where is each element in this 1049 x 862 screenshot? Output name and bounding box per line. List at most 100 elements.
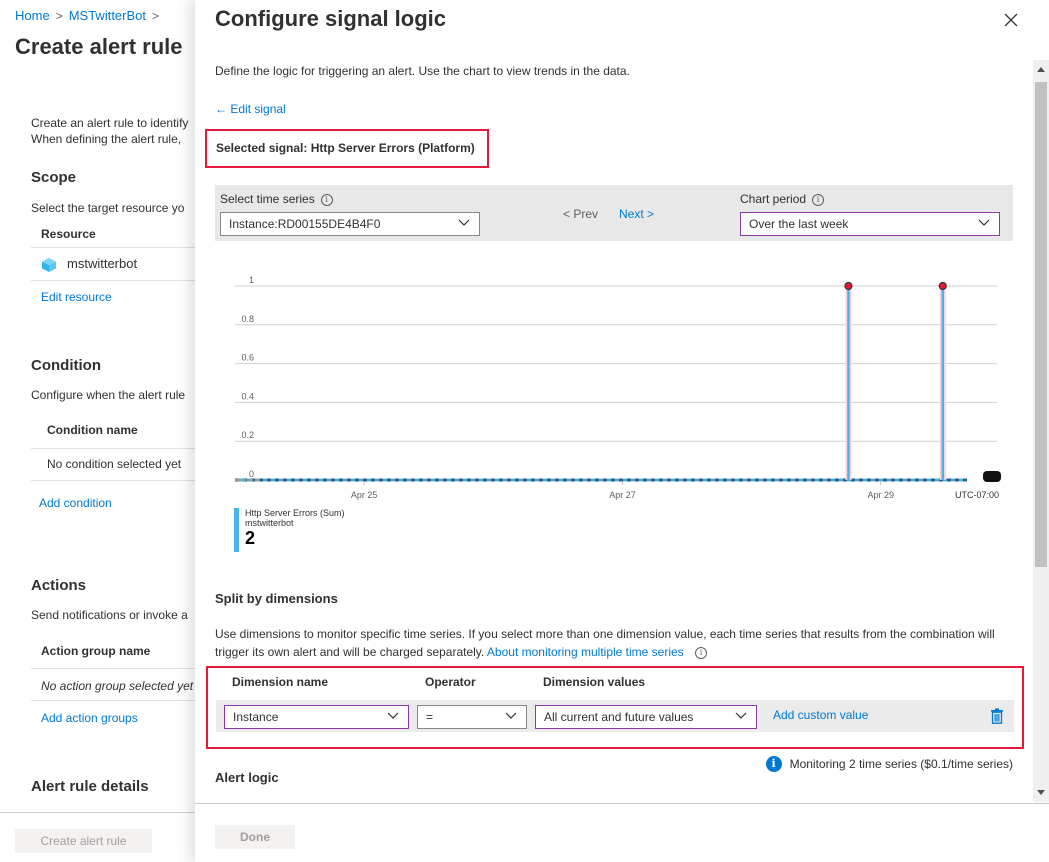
divider (31, 247, 196, 248)
done-button[interactable]: Done (215, 825, 295, 849)
breadcrumb: Home > MSTwitterBot > (15, 8, 165, 23)
operator-dropdown[interactable]: = (417, 705, 527, 729)
condition-name-column-header: Condition name (47, 423, 138, 437)
dimension-row: Instance = All current and future values… (216, 700, 1014, 732)
y-tick-label: 0.2 (241, 430, 254, 440)
dimension-name-value: Instance (233, 710, 279, 724)
time-series-value: Instance:RD00155DE4B4F0 (229, 217, 381, 231)
condition-heading: Condition (31, 357, 101, 374)
data-point (938, 281, 947, 291)
alert-logic-heading: Alert logic (215, 770, 279, 785)
scroll-down-arrow-icon[interactable] (1033, 782, 1049, 802)
app-service-cube-icon (42, 257, 56, 272)
action-group-column-header: Action group name (41, 644, 151, 658)
operator-value: = (426, 710, 434, 724)
info-icon[interactable]: i (320, 193, 333, 206)
actions-description: Send notifications or invoke a (31, 608, 188, 622)
y-tick-label: 0.8 (241, 314, 254, 324)
legend-metric: Http Server Errors (Sum) (245, 508, 345, 518)
monitoring-note: i Monitoring 2 time series ($0.1/time se… (765, 756, 1013, 772)
chart-legend[interactable]: Http Server Errors (Sum) mstwitterbot 2 (234, 508, 345, 552)
panel-title: Configure signal logic (215, 6, 447, 31)
edit-resource-link[interactable]: Edit resource (41, 290, 112, 304)
panel-description: Define the logic for triggering an alert… (215, 64, 630, 78)
time-series-toolbar: Select time series i Instance:RD00155DE4B… (215, 185, 1013, 241)
dimension-name-header: Dimension name (232, 675, 329, 689)
vertical-scrollbar[interactable] (1033, 60, 1049, 802)
breadcrumb-separator: > (55, 9, 63, 23)
edit-signal-link[interactable]: ← Edit signal (215, 102, 286, 116)
select-time-series-label: Select time series i (220, 192, 333, 206)
trash-icon[interactable] (990, 708, 1004, 724)
action-group-empty-row: No action group selected yet (41, 679, 194, 693)
info-icon[interactable]: i (695, 646, 708, 659)
chevron-down-icon (387, 712, 399, 719)
timezone-label: UTC-07:00 (955, 490, 999, 500)
legend-resource: mstwitterbot (245, 518, 294, 528)
add-condition-link[interactable]: Add condition (39, 496, 112, 510)
split-description: Use dimensions to monitor specific time … (215, 625, 995, 661)
y-tick-label: 0.6 (241, 353, 254, 363)
footer-divider (195, 803, 1049, 804)
y-tick-label: 1 (249, 275, 254, 285)
create-alert-rule-blade: Home > MSTwitterBot > Create alert rule Cre… (0, 0, 196, 862)
about-monitoring-link[interactable]: About monitoring multiple time series (487, 645, 684, 659)
back-arrow-icon: ← (215, 102, 227, 116)
add-action-groups-link[interactable]: Add action groups (41, 711, 138, 725)
x-tick-label: Apr 27 (609, 490, 636, 500)
time-series-dropdown[interactable]: Instance:RD00155DE4B4F0 (220, 212, 480, 236)
chart-period-dropdown[interactable]: Over the last week (740, 212, 1000, 236)
divider (31, 448, 196, 449)
next-button[interactable]: Next > (619, 207, 654, 221)
dimensions-table: Dimension name Operator Dimension values… (206, 666, 1024, 749)
edit-signal-label[interactable]: Edit signal (230, 102, 285, 116)
scrollbar-thumb[interactable] (1035, 82, 1047, 567)
chevron-down-icon (978, 219, 990, 226)
divider (31, 480, 196, 481)
breadcrumb-home[interactable]: Home (15, 8, 50, 23)
scroll-up-arrow-icon[interactable] (1033, 60, 1049, 80)
actions-heading: Actions (31, 577, 87, 594)
y-tick-label: 0.4 (241, 391, 254, 401)
dimension-values-dropdown[interactable]: All current and future values (535, 705, 757, 729)
metric-chart[interactable]: 0 0.2 0.4 0.6 0.8 1 Apr 25 Apr 27 Apr 29 UTC-07:… (215, 258, 1015, 508)
chevron-down-icon (505, 712, 517, 719)
chevron-down-icon (735, 712, 747, 719)
divider (31, 700, 196, 701)
intro-line-1: Create an alert rule to identify (31, 116, 189, 130)
close-icon[interactable] (1003, 12, 1019, 28)
page-title: Create alert rule (15, 34, 183, 59)
operator-header: Operator (425, 675, 476, 689)
scope-heading: Scope (31, 169, 77, 186)
alert-rule-details-heading: Alert rule details (31, 778, 149, 795)
prev-button[interactable]: < Prev (563, 207, 598, 221)
dimension-values-header: Dimension values (543, 675, 646, 689)
create-alert-rule-button[interactable]: Create alert rule (15, 829, 152, 853)
split-by-dimensions-heading: Split by dimensions (215, 591, 338, 606)
intro-line-2: When defining the alert rule, (31, 132, 182, 146)
breadcrumb-mstwitterbot[interactable]: MSTwitterBot (69, 8, 146, 23)
dimension-name-dropdown[interactable]: Instance (224, 705, 409, 729)
data-point (844, 281, 853, 291)
chart-period-label-text: Chart period (740, 192, 807, 206)
y-tick-label: 0 (249, 469, 254, 479)
range-end-marker (983, 471, 1001, 482)
condition-empty-row: No condition selected yet (47, 457, 182, 471)
breadcrumb-separator: > (152, 9, 160, 23)
add-custom-value-link[interactable]: Add custom value (773, 708, 868, 722)
info-icon[interactable]: i (812, 193, 825, 206)
divider (31, 280, 196, 281)
info-filled-icon: i (765, 756, 782, 772)
x-tick-label: Apr 25 (351, 490, 378, 500)
divider (31, 668, 196, 669)
select-time-series-label-text: Select time series (220, 192, 315, 206)
footer-divider (0, 812, 196, 813)
resource-name: mstwitterbot (67, 256, 138, 271)
resource-column-header: Resource (41, 227, 96, 241)
chart-period-value: Over the last week (749, 217, 849, 231)
x-tick-label: Apr 29 (867, 490, 894, 500)
configure-signal-logic-panel: Configure signal logic Define the logic … (195, 0, 1049, 862)
selected-signal: Selected signal: Http Server Errors (Pla… (205, 129, 489, 168)
condition-description: Configure when the alert rule (31, 388, 186, 402)
dimension-values-value: All current and future values (544, 710, 694, 724)
